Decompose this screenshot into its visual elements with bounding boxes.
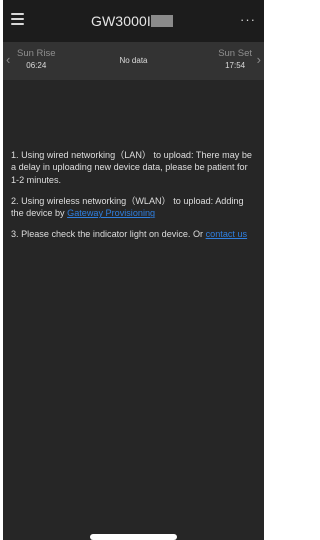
instruction-indicator: 3. Please check the indicator light on d… [11, 228, 257, 240]
app-screen: GW3000I ··· ‹ Sun Rise 06:24 No data Sun… [3, 0, 264, 540]
sun-set-label: Sun Set [218, 48, 252, 59]
top-bar: GW3000I ··· [3, 0, 264, 42]
sun-set-time: 17:54 [225, 61, 246, 70]
sun-info-bar: ‹ Sun Rise 06:24 No data Sun Set 17:54 › [3, 42, 264, 80]
chevron-right-icon[interactable]: › [257, 52, 261, 67]
upload-instructions: 1. Using wired networking（LAN） to upload… [11, 149, 257, 250]
home-indicator [90, 534, 177, 540]
instruction-wlan: 2. Using wireless networking（WLAN） to up… [11, 195, 257, 220]
instruction-lan: 1. Using wired networking（LAN） to upload… [11, 150, 252, 185]
gateway-provisioning-link[interactable]: Gateway Provisioning [67, 208, 155, 218]
redacted-block [150, 15, 173, 27]
contact-us-link[interactable]: contact us [206, 229, 247, 239]
sun-set-block: Sun Set 17:54 [218, 48, 252, 71]
instruction-indicator-text: 3. Please check the indicator light on d… [11, 229, 206, 240]
more-options-icon[interactable]: ··· [240, 12, 256, 27]
device-title: GW3000I [91, 13, 151, 29]
menu-icon[interactable] [11, 13, 24, 25]
device-title-wrap: GW3000I [91, 13, 173, 29]
